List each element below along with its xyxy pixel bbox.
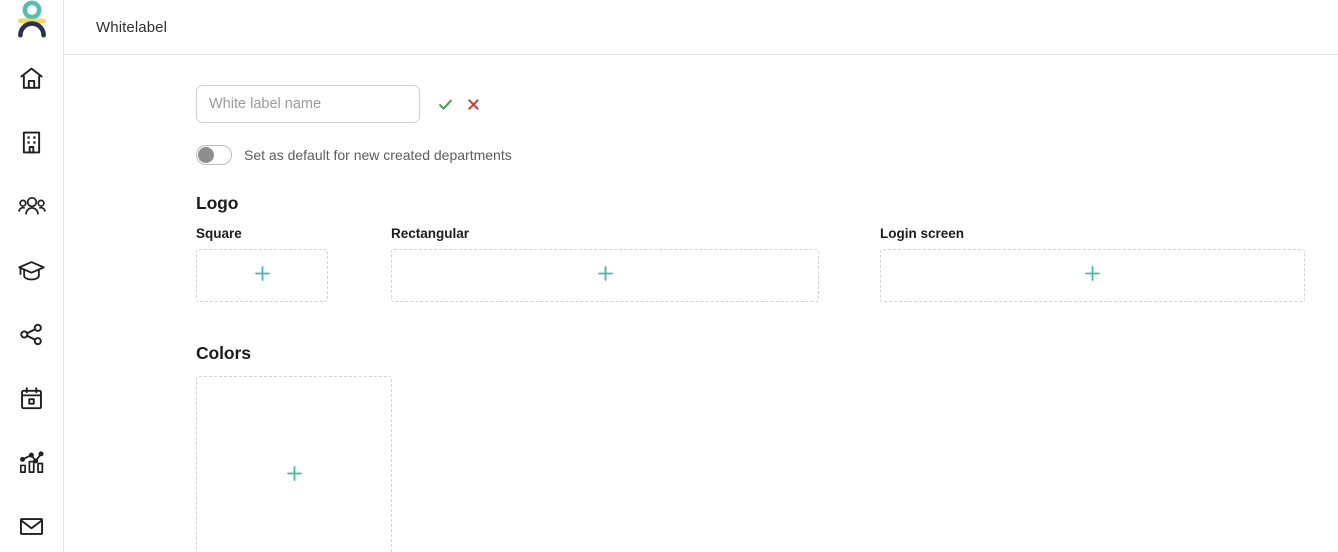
logo-login-screen-group: Login screen — [880, 226, 1305, 302]
sidebar-item-calendar[interactable] — [0, 366, 63, 430]
sidebar-item-analytics[interactable] — [0, 430, 63, 494]
plus-icon — [285, 464, 304, 488]
brand-person-logo[interactable] — [0, 0, 63, 38]
logo-rectangular-dropzone[interactable] — [391, 249, 819, 302]
whitelabel-name-input[interactable] — [196, 85, 420, 123]
logo-login-screen-label: Login screen — [880, 226, 965, 241]
home-icon — [18, 65, 45, 92]
logo-rectangular-group: Rectangular — [391, 226, 819, 302]
people-icon — [17, 192, 46, 220]
sidebar-item-home[interactable] — [0, 46, 63, 110]
whitelabel-name-row — [196, 85, 1338, 123]
plus-icon — [596, 264, 615, 288]
building-icon — [18, 129, 45, 156]
set-as-default-label: Set as default for new created departmen… — [244, 147, 512, 163]
analytics-icon — [18, 448, 46, 476]
colors-section-heading: Colors — [196, 343, 251, 363]
page-title: Whitelabel — [96, 18, 168, 36]
set-as-default-toggle[interactable] — [196, 145, 232, 165]
topbar: Whitelabel — [64, 0, 1338, 55]
sidebar-item-company[interactable] — [0, 110, 63, 174]
main-area: Whitelabel White label name Set as defau… — [64, 0, 1338, 552]
sidebar — [0, 0, 64, 552]
page-content: Set as default for new created departmen… — [64, 55, 1338, 552]
confirm-check-icon[interactable] — [434, 93, 456, 115]
plus-icon — [1083, 264, 1102, 288]
logo-square-group: Square — [196, 226, 328, 302]
logo-square-dropzone[interactable] — [196, 249, 328, 302]
default-department-toggle-row: Set as default for new created departmen… — [196, 144, 1338, 166]
logo-square-label: Square — [196, 226, 242, 241]
graduation-cap-icon — [17, 256, 46, 285]
share-nodes-icon — [18, 321, 45, 348]
sidebar-item-mail[interactable] — [0, 494, 63, 552]
logo-login-screen-dropzone[interactable] — [880, 249, 1305, 302]
sidebar-item-network[interactable] — [0, 302, 63, 366]
sidebar-nav — [0, 38, 63, 552]
whitelabel-settings-page: Whitelabel White label name Set as defau… — [0, 0, 1338, 552]
calendar-icon — [18, 385, 45, 412]
logo-section-heading: Logo — [196, 193, 239, 213]
logo-dropzone-grid: Square Rectangular Login screen — [196, 226, 1338, 316]
plus-icon — [253, 264, 272, 288]
sidebar-item-users[interactable] — [0, 174, 63, 238]
logo-rectangular-label: Rectangular — [391, 226, 470, 241]
sidebar-item-courses[interactable] — [0, 238, 63, 302]
envelope-icon — [18, 513, 45, 540]
colors-dropzone[interactable] — [196, 376, 392, 552]
cancel-x-icon[interactable] — [462, 93, 484, 115]
toggle-knob — [198, 147, 214, 163]
